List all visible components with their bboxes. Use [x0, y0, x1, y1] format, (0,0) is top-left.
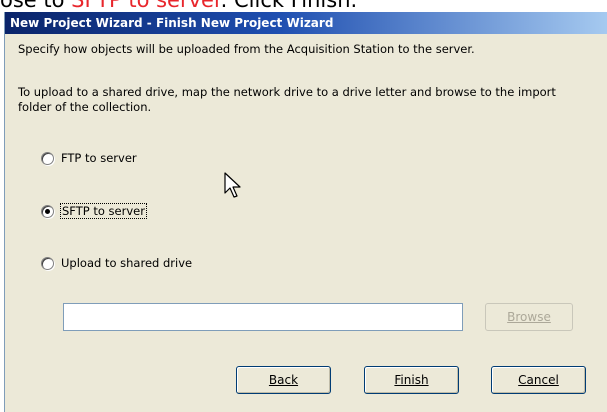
cancel-label: Cancel: [518, 373, 559, 387]
sftp-label[interactable]: SFTP to server: [60, 203, 147, 219]
description-shared-drive: To upload to a shared drive, map the net…: [18, 85, 556, 114]
mouse-pointer-icon: [224, 172, 241, 198]
ftp-radio[interactable]: [41, 151, 54, 165]
description-upload-method: Specify how objects will be uploaded fro…: [18, 42, 475, 56]
instruction-highlight: SFTP to server: [71, 0, 221, 12]
back-button[interactable]: Back: [236, 366, 331, 394]
finish-label: Finish: [394, 373, 429, 387]
finish-button[interactable]: Finish: [364, 366, 459, 394]
screenshot: ose to SFTP to server. Click Finish. New…: [0, 0, 607, 412]
shared-drive-radio[interactable]: [41, 256, 54, 270]
import-folder-path-input[interactable]: [63, 303, 463, 331]
shared-drive-label[interactable]: Upload to shared drive: [61, 256, 192, 270]
instruction-suffix: . Click Finish.: [220, 0, 358, 12]
option-sftp[interactable]: SFTP to server: [41, 202, 147, 220]
sftp-radio[interactable]: [41, 204, 54, 218]
browse-label: Browse: [507, 310, 551, 324]
back-label: Back: [268, 373, 299, 387]
option-ftp[interactable]: FTP to server: [41, 149, 137, 167]
wizard-dialog: New Project Wizard - Finish New Project …: [4, 12, 607, 412]
browse-button[interactable]: Browse: [485, 303, 573, 331]
ftp-label[interactable]: FTP to server: [61, 151, 137, 165]
dialog-title: New Project Wizard - Finish New Project …: [5, 12, 607, 34]
option-shared-drive[interactable]: Upload to shared drive: [41, 254, 192, 272]
cancel-button[interactable]: Cancel: [491, 366, 586, 394]
instruction-prefix: ose to: [0, 0, 72, 12]
